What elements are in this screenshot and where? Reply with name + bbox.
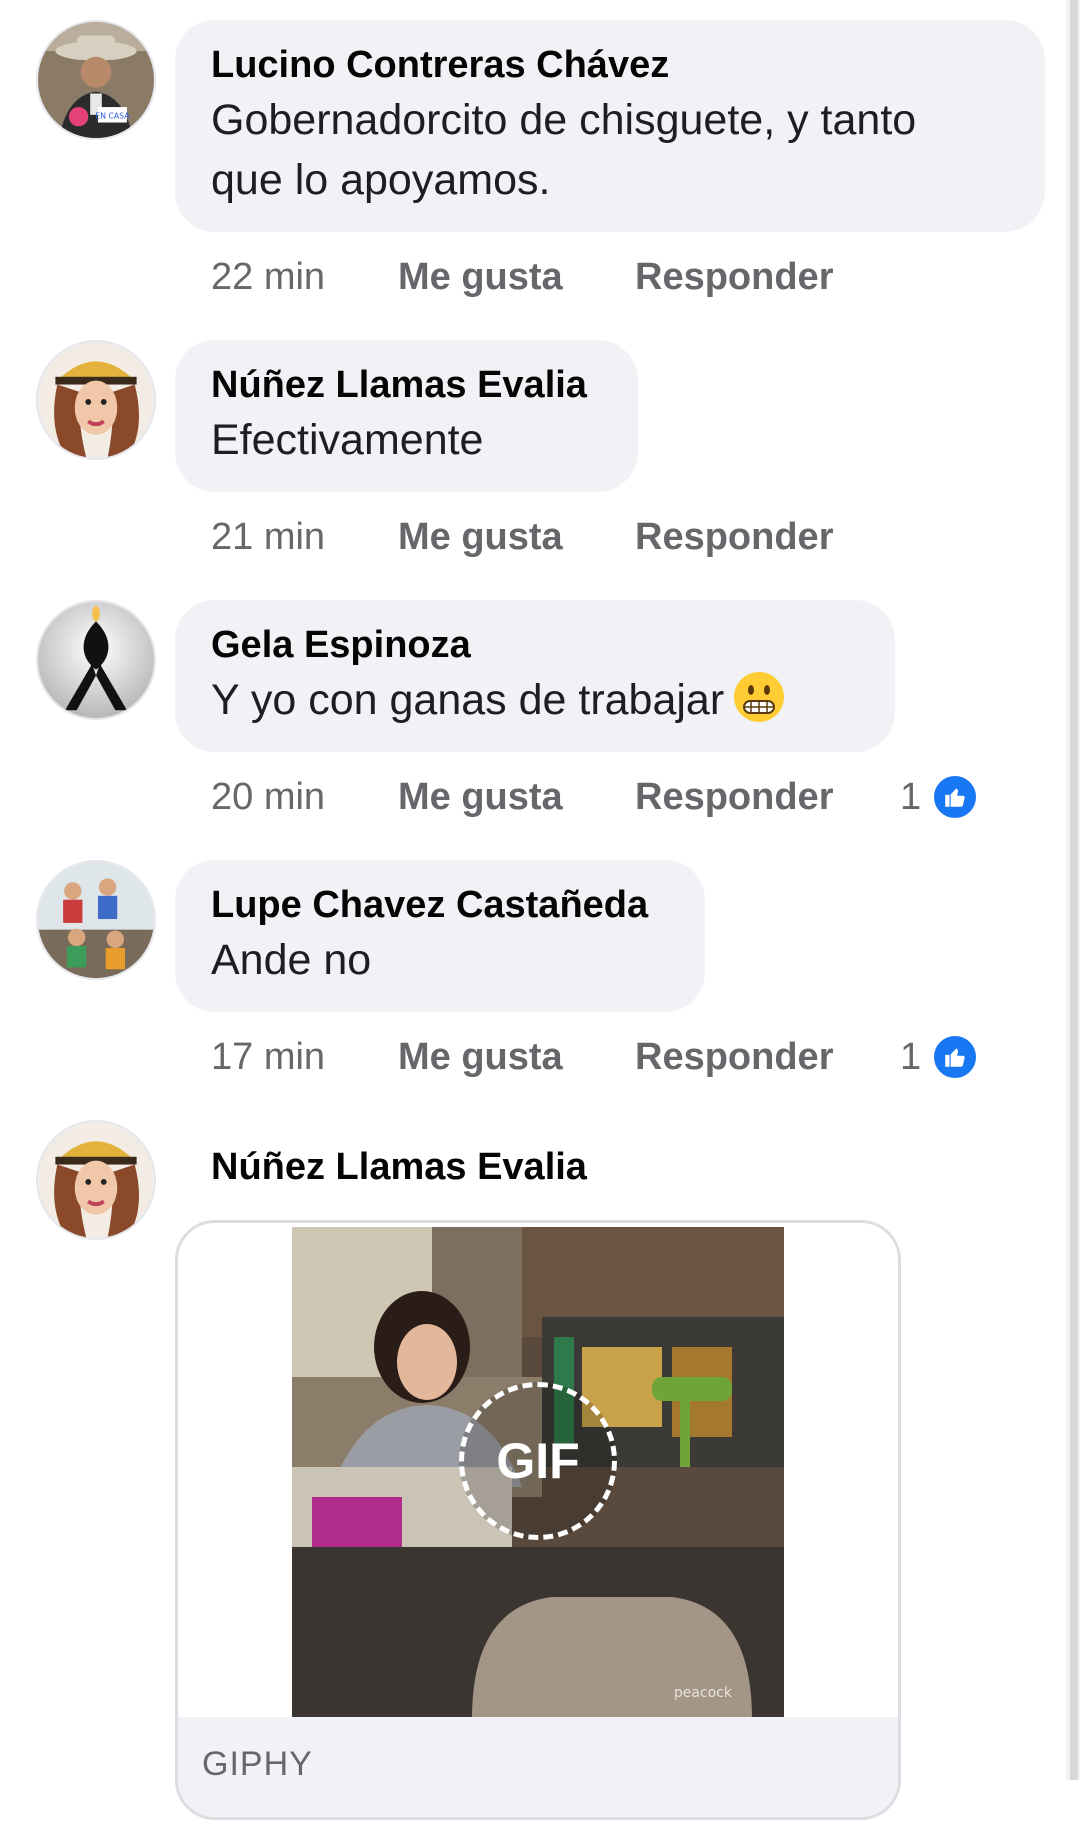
comment-text: Y yo con ganas de trabajar <box>211 670 859 730</box>
gif-badge-label: GIF <box>496 1433 580 1489</box>
avatar-image-children <box>38 862 154 978</box>
comment-time[interactable]: 21 min <box>211 516 398 559</box>
gif-play-badge[interactable]: GIF <box>459 1382 617 1540</box>
like-button[interactable]: Me gusta <box>398 516 635 559</box>
comment-author[interactable]: Núñez Llamas Evalia <box>211 362 602 408</box>
comment-bubble[interactable]: Núñez Llamas Evalia Efectivamente <box>175 340 638 492</box>
avatar[interactable] <box>36 340 156 460</box>
gif-source-label[interactable]: GIPHY <box>202 1745 313 1784</box>
avatar[interactable] <box>36 860 156 980</box>
comment-actions: 21 min Me gusta Responder <box>211 512 900 562</box>
scrollbar-track[interactable] <box>1066 0 1080 1780</box>
thumbs-up-icon[interactable] <box>931 773 980 821</box>
comment-author[interactable]: Lupe Chavez Castañeda <box>211 882 669 928</box>
avatar-image-mourning-ribbon <box>38 602 154 718</box>
avatar-image-cowboy: EN CASA <box>38 22 154 138</box>
reaction-count[interactable]: 1 <box>900 776 921 819</box>
comment-text: que lo apoyamos. <box>211 156 551 204</box>
reaction-count[interactable]: 1 <box>900 1036 921 1079</box>
gif-attachment[interactable]: peacock GIF GIPHY <box>175 1220 901 1820</box>
comment-actions: 17 min Me gusta Responder 1 <box>211 1032 980 1082</box>
comment-author[interactable]: Lucino Contreras Chávez <box>211 42 1009 88</box>
comment-bubble[interactable]: Gela Espinoza Y yo con ganas de trabajar <box>175 600 895 752</box>
gif-watermark: peacock <box>674 1685 733 1701</box>
thumbs-up-icon[interactable] <box>931 1033 980 1081</box>
like-button[interactable]: Me gusta <box>398 256 635 299</box>
avatar-badge-text: EN CASA <box>95 112 130 121</box>
comment-actions: 22 min Me gusta Responder <box>211 252 900 302</box>
avatar[interactable] <box>36 600 156 720</box>
reply-button[interactable]: Responder <box>635 1036 900 1079</box>
comment-bubble[interactable]: Lupe Chavez Castañeda Ande no <box>175 860 705 1012</box>
reply-button[interactable]: Responder <box>635 776 900 819</box>
comment-time[interactable]: 22 min <box>211 256 398 299</box>
avatar-image-woman-hat <box>38 342 154 458</box>
comment-author[interactable]: Núñez Llamas Evalia <box>211 1144 587 1190</box>
comment-actions: 20 min Me gusta Responder 1 <box>211 772 980 822</box>
comment-time[interactable]: 17 min <box>211 1036 398 1079</box>
grimacing-face-emoji <box>734 672 785 722</box>
comment-text: Gobernadorcito de chisguete, y tanto <box>211 96 917 144</box>
like-button[interactable]: Me gusta <box>398 776 635 819</box>
like-button[interactable]: Me gusta <box>398 1036 635 1079</box>
comment-text-content: Y yo con ganas de trabajar <box>211 676 725 724</box>
comment-author[interactable]: Gela Espinoza <box>211 622 859 668</box>
avatar[interactable] <box>36 1120 156 1240</box>
comment-bubble[interactable]: Lucino Contreras Chávez Gobernadorcito d… <box>175 20 1045 232</box>
scrollbar-thumb[interactable] <box>1070 0 1078 1780</box>
comment-text: Ande no <box>211 936 372 984</box>
avatar-image-woman-hat <box>38 1122 154 1238</box>
reply-button[interactable]: Responder <box>635 256 900 299</box>
comment-text: Efectivamente <box>211 416 484 464</box>
avatar[interactable]: EN CASA <box>36 20 156 140</box>
gif-image[interactable]: peacock GIF <box>292 1227 784 1719</box>
comment-time[interactable]: 20 min <box>211 776 398 819</box>
reply-button[interactable]: Responder <box>635 516 900 559</box>
gif-footer: GIPHY <box>178 1717 898 1817</box>
